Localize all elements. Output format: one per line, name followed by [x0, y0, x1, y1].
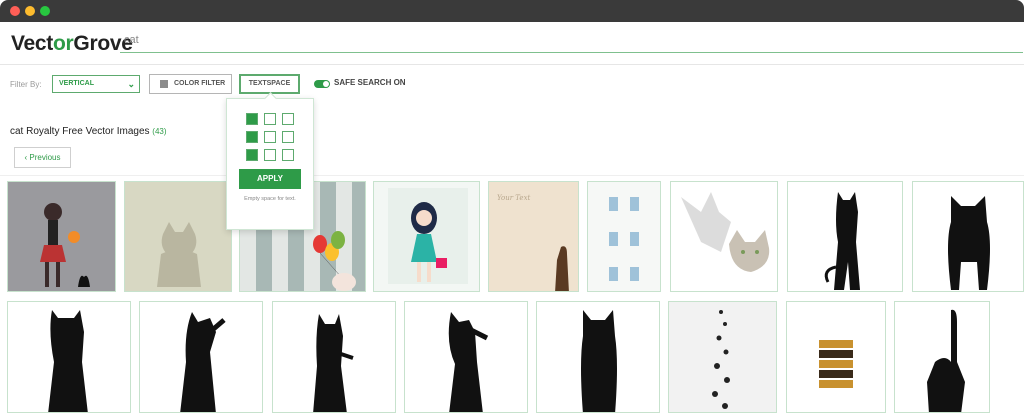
thumbnail-witch-girl[interactable]	[7, 181, 116, 292]
girl-handbag-image	[388, 188, 468, 284]
divider	[0, 175, 1024, 176]
logo-text-2: or	[53, 32, 74, 55]
thumbnail-cat-silhouette-pawing[interactable]	[404, 301, 528, 413]
cat-silhouette-front-image	[948, 196, 990, 290]
grid-cell-r2c3[interactable]	[282, 131, 294, 143]
grid-cell-r2c2[interactable]	[264, 131, 276, 143]
thumbnail-gray-cat-pattern[interactable]	[124, 181, 232, 292]
thumbnail-cat-silhouette-tail-up[interactable]	[894, 301, 990, 413]
cat-silhouette-tail-up-image	[927, 309, 965, 412]
vectorgrove-logo[interactable]: VectorGrove	[11, 32, 133, 56]
cats-on-windows-image	[609, 197, 639, 281]
svg-text:Your Text: Your Text	[497, 194, 531, 202]
thumbnail-cat-silhouette-sitting[interactable]	[272, 301, 396, 413]
results-title-text: cat Royalty Free Vector Images	[10, 126, 150, 137]
thumbnail-cat-silhouette-standing[interactable]	[787, 181, 903, 292]
grid-cell-r3c1[interactable]	[246, 149, 258, 161]
filter-bar: Filter By: VERTICAL ⌄ COLOR FILTER TEXTS…	[0, 66, 1024, 102]
thumbnail-cat-silhouette-back[interactable]	[536, 301, 660, 413]
cat-silhouette-sitting-image	[313, 314, 354, 412]
cat-silhouette-climbing-image	[180, 312, 226, 412]
leopard-pattern-image	[819, 340, 853, 388]
grid-cell-r1c1[interactable]	[246, 113, 258, 125]
grid-cell-r3c2[interactable]	[264, 149, 276, 161]
cat-silhouette-pawing-image	[448, 312, 489, 412]
browser-window: VectorGrove Filter By: VERTICAL ⌄ COLOR …	[0, 0, 1024, 420]
grid-cell-r3c3[interactable]	[282, 149, 294, 161]
apply-button[interactable]: APPLY	[239, 169, 301, 189]
safe-search-toggle[interactable]	[314, 80, 330, 88]
zoom-window-icon[interactable]	[40, 6, 50, 16]
witch-girl-image	[40, 203, 90, 287]
site-header: VectorGrove	[0, 22, 1024, 65]
orientation-value: VERTICAL	[59, 80, 94, 87]
thumbnail-paw-prints-trail[interactable]	[668, 301, 777, 413]
grid-cell-r1c2[interactable]	[264, 113, 276, 125]
thumbnail-cat-silhouette-reaching[interactable]	[7, 301, 131, 413]
thumbnail-girl-handbag[interactable]	[373, 181, 480, 292]
textspace-hint: Empty space for text.	[244, 196, 296, 202]
search-input[interactable]	[120, 28, 1023, 53]
thumbnail-cat-silhouette-climbing[interactable]	[139, 301, 263, 413]
thumbnail-cats-on-windows[interactable]	[587, 181, 661, 292]
cat-silhouette-reaching-image	[48, 310, 88, 412]
cat-silhouette-back-image	[581, 310, 617, 412]
color-filter-button[interactable]: COLOR FILTER	[149, 74, 232, 94]
thumbnail-cat-with-shadow[interactable]	[670, 181, 778, 292]
color-filter-label: COLOR FILTER	[174, 80, 226, 87]
results-title: cat Royalty Free Vector Images (43)	[10, 126, 167, 137]
chevron-down-icon: ⌄	[127, 79, 135, 89]
textspace-button[interactable]: TEXTSPACE	[239, 74, 300, 94]
thumbnail-leopard-pattern-bars[interactable]	[786, 301, 886, 413]
minimize-window-icon[interactable]	[25, 6, 35, 16]
grid-cell-r2c1[interactable]	[246, 131, 258, 143]
results-count: (43)	[152, 127, 167, 136]
close-window-icon[interactable]	[10, 6, 20, 16]
textspace-label: TEXTSPACE	[248, 80, 291, 87]
filter-by-label: Filter By:	[10, 80, 42, 89]
thumbnail-your-text-card[interactable]: Your Text	[488, 181, 579, 292]
cat-with-shadow-image	[681, 192, 770, 272]
previous-page-button[interactable]: ‹ Previous	[14, 147, 71, 168]
your-text-card-image: Your Text	[497, 194, 569, 291]
safe-search-label: SAFE SEARCH ON	[334, 78, 406, 87]
textspace-popup: APPLY Empty space for text.	[226, 92, 314, 230]
paw-prints-image	[712, 310, 730, 409]
title-bar	[0, 0, 1024, 22]
gray-cat-image	[157, 222, 201, 287]
logo-text-1: Vect	[11, 32, 53, 55]
color-swatch-icon	[160, 80, 168, 88]
thumbnail-cat-silhouette-front[interactable]	[912, 181, 1024, 292]
orientation-select[interactable]: VERTICAL ⌄	[52, 75, 140, 93]
cat-silhouette-standing-image	[824, 192, 860, 290]
grid-cell-r1c3[interactable]	[282, 113, 294, 125]
